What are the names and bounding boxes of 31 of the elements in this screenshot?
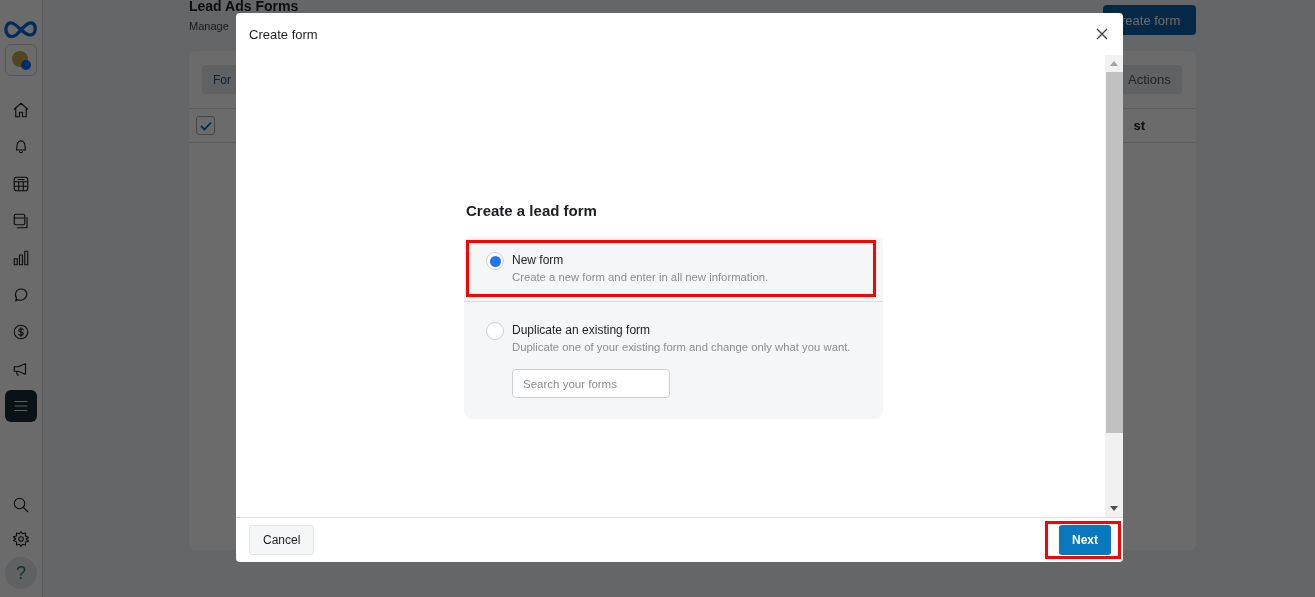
- column-header: st: [1132, 118, 1145, 133]
- pages-icon: [12, 212, 30, 230]
- dialog-title: Create form: [249, 26, 318, 42]
- scrollbar[interactable]: [1105, 55, 1123, 517]
- section-heading: Create a lead form: [466, 202, 598, 219]
- home-icon: [12, 101, 30, 119]
- option-label: Duplicate an existing form: [512, 322, 652, 338]
- close-button[interactable]: [1095, 27, 1109, 41]
- option-description: Duplicate one of your existing form and change only what you want.: [512, 340, 851, 355]
- avatar-icon: [11, 50, 31, 70]
- account-switcher[interactable]: [5, 44, 37, 76]
- radio-button[interactable]: [486, 252, 504, 270]
- radio-button[interactable]: [486, 322, 504, 340]
- settings-icon: [12, 530, 30, 548]
- next-button[interactable]: Next: [1059, 525, 1111, 555]
- nav-button[interactable]: [5, 390, 37, 422]
- search-icon: [12, 496, 30, 514]
- logo-icon[interactable]: [4, 20, 38, 38]
- cancel-button[interactable]: Cancel: [249, 525, 315, 555]
- page-subtitle: Manage: [189, 20, 230, 32]
- help-button[interactable]: ?: [5, 557, 37, 589]
- page-title: Lead Ads Forms: [189, 0, 299, 12]
- table-icon: [12, 175, 30, 193]
- option-label: New form: [512, 252, 565, 268]
- bar-chart-icon: [12, 249, 30, 267]
- chat-icon: [12, 286, 30, 304]
- search-field[interactable]: Search your forms: [512, 369, 670, 398]
- option-description: Create a new form and enter in all new information.: [512, 270, 769, 285]
- check-icon: [199, 120, 212, 131]
- dollar-icon: [12, 323, 30, 341]
- select-all-checkbox[interactable]: [196, 116, 215, 135]
